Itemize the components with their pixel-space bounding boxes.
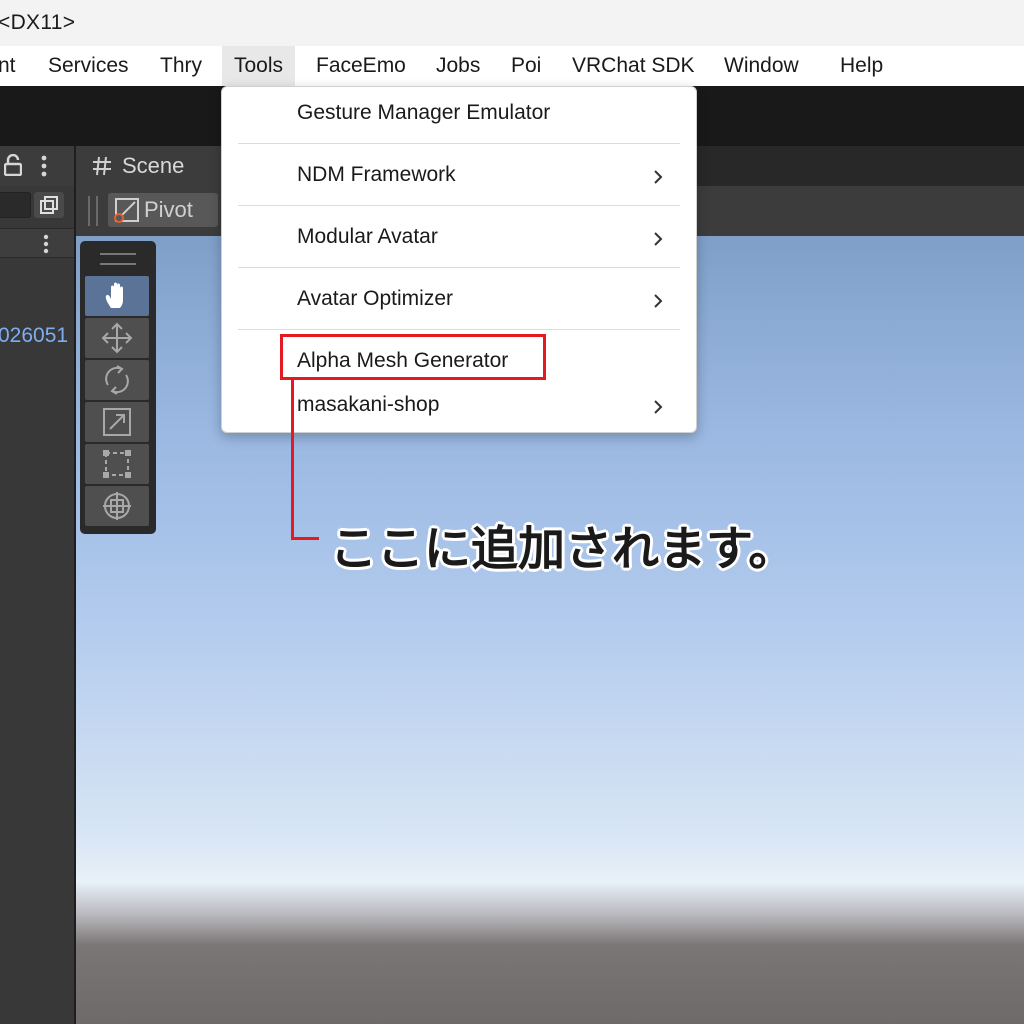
highlight-box [280,334,546,380]
hierarchy-item[interactable]: 026051 [0,324,68,348]
palette-grip[interactable] [100,253,136,265]
kebab-menu-icon[interactable] [42,233,50,255]
annotation-text: ここに追加されます。 [330,522,796,577]
lock-icon[interactable] [4,154,22,176]
menu-separator [238,205,680,206]
scale-icon [103,408,131,436]
menu-faceemo[interactable]: FaceEmo [316,46,406,86]
tool-palette [80,241,156,534]
popout-button[interactable] [34,192,64,218]
popout-icon [40,196,58,214]
rotate-icon [105,365,129,395]
menu-help[interactable]: Help [840,46,883,86]
menu-separator [238,143,680,144]
chevron-right-icon [654,400,663,414]
menu-services[interactable]: Services [48,46,129,86]
menu-item-masakani-shop[interactable]: masakani-shop [297,393,439,417]
tab-scene[interactable]: Scene [76,146,236,186]
tab-scene-label: Scene [122,153,185,178]
hand-icon [105,282,123,308]
hierarchy-panel: 026051 [0,146,74,1024]
menu-item-avatar-optimizer[interactable]: Avatar Optimizer [297,287,453,311]
menu-tools[interactable]: Tools [222,46,296,86]
kebab-menu-icon[interactable] [40,154,48,178]
pivot-label: Pivot [144,197,193,222]
rect-transform-icon [103,450,131,478]
move-arrows-icon [101,322,133,354]
menu-bar: nt Services Thry Tools FaceEmo Jobs Poi … [0,46,1024,86]
menu-thry[interactable]: Thry [160,46,202,86]
menu-item-modular-avatar[interactable]: Modular Avatar [297,225,438,249]
menu-item-gesture-manager-emulator[interactable]: Gesture Manager Emulator [297,101,550,125]
scale-tool-button[interactable] [85,402,149,442]
window-title: <DX11> [0,11,76,34]
callout-line [291,380,294,540]
menu-item-ndm-framework[interactable]: NDM Framework [297,163,456,187]
pivot-dropdown[interactable]: Pivot [108,193,218,227]
hand-tool-button[interactable] [85,276,149,316]
title-bar: <DX11> [0,0,1024,46]
hierarchy-header [0,146,74,186]
menu-component[interactable]: nt [0,46,16,86]
menu-separator [238,267,680,268]
pivot-icon [114,198,139,223]
hierarchy-subheader [0,228,74,258]
chevron-right-icon [654,232,663,246]
menu-separator [238,329,680,330]
rotate-tool-button[interactable] [85,360,149,400]
chevron-right-icon [654,294,663,308]
menu-poi[interactable]: Poi [511,46,541,86]
chevron-right-icon [654,170,663,184]
toolbar-grip [88,196,98,226]
callout-line [291,537,319,540]
menu-window[interactable]: Window [724,46,799,86]
hierarchy-search-input[interactable] [0,192,31,218]
grid-hash-icon [93,156,111,176]
rect-tool-button[interactable] [85,444,149,484]
menu-jobs[interactable]: Jobs [436,46,480,86]
menu-vrchat-sdk[interactable]: VRChat SDK [572,46,695,86]
transform-tool-button[interactable] [85,486,149,526]
transform-icon [103,492,131,520]
move-tool-button[interactable] [85,318,149,358]
